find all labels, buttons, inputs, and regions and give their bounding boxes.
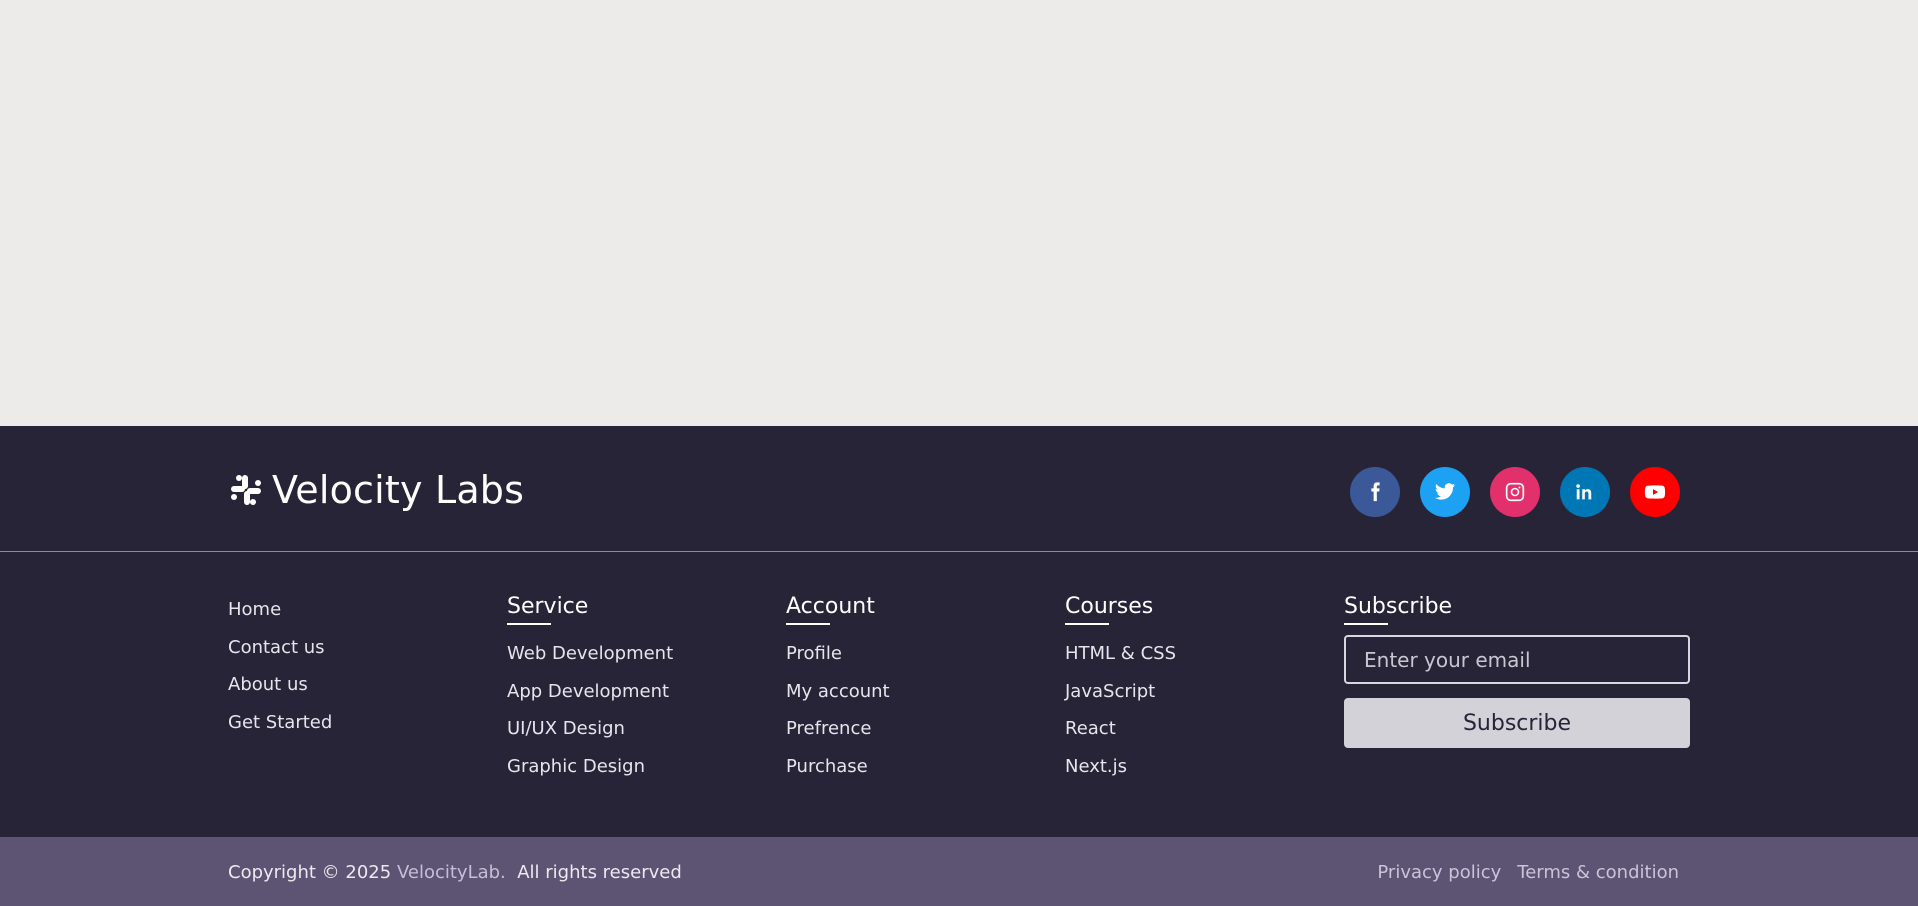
footer-link-get-started[interactable]: Get Started (228, 704, 332, 742)
course-link[interactable]: HTML & CSS (1065, 635, 1176, 673)
quick-links-column: Home Contact us About us Get Started (228, 591, 332, 741)
slack-icon (231, 475, 261, 505)
legal-links: Privacy policy Terms & condition (1377, 862, 1679, 883)
account-column: Account Profile My account Prefrence Pur… (786, 594, 890, 785)
footer-link-home[interactable]: Home (228, 591, 332, 629)
courses-heading: Courses (1065, 594, 1176, 625)
account-link[interactable]: Purchase (786, 748, 890, 786)
course-link[interactable]: React (1065, 710, 1176, 748)
service-column: Service Web Development App Development … (507, 594, 673, 785)
service-link[interactable]: Web Development (507, 635, 673, 673)
linkedin-button[interactable] (1560, 467, 1610, 517)
privacy-policy-link[interactable]: Privacy policy (1377, 862, 1501, 883)
facebook-button[interactable] (1350, 467, 1400, 517)
youtube-icon (1644, 485, 1666, 499)
instagram-button[interactable] (1490, 467, 1540, 517)
service-link[interactable]: UI/UX Design (507, 710, 673, 748)
brand-logo[interactable]: Velocity Labs (228, 468, 524, 512)
email-input[interactable] (1344, 635, 1690, 684)
service-heading: Service (507, 594, 673, 625)
social-links (1350, 467, 1680, 517)
facebook-icon (1371, 482, 1380, 502)
account-heading: Account (786, 594, 890, 625)
course-link[interactable]: Next.js (1065, 748, 1176, 786)
rights-text: All rights reserved (517, 862, 682, 883)
account-link[interactable]: Profile (786, 635, 890, 673)
footer-link-contact[interactable]: Contact us (228, 629, 332, 667)
twitter-icon (1434, 483, 1456, 500)
terms-link[interactable]: Terms & condition (1517, 862, 1679, 883)
instagram-icon (1505, 482, 1525, 502)
service-link[interactable]: Graphic Design (507, 748, 673, 786)
subscribe-heading: Subscribe (1344, 594, 1690, 625)
course-link[interactable]: JavaScript (1065, 673, 1176, 711)
account-link[interactable]: My account (786, 673, 890, 711)
subscribe-button[interactable]: Subscribe (1344, 698, 1690, 748)
service-link[interactable]: App Development (507, 673, 673, 711)
linkedin-icon (1576, 484, 1592, 500)
courses-column: Courses HTML & CSS JavaScript React Next… (1065, 594, 1176, 785)
brand-name: Velocity Labs (272, 468, 525, 512)
footer-link-about[interactable]: About us (228, 666, 332, 704)
subscribe-column: Subscribe Subscribe (1344, 594, 1690, 748)
page-content-area (0, 0, 1918, 426)
account-link[interactable]: Prefrence (786, 710, 890, 748)
twitter-button[interactable] (1420, 467, 1470, 517)
youtube-button[interactable] (1630, 467, 1680, 517)
copyright-text: Copyright © 2025 VelocityLab. All rights… (228, 862, 682, 883)
copyright-label: Copyright © 2025 (228, 862, 392, 883)
company-link[interactable]: VelocityLab. (397, 862, 506, 883)
